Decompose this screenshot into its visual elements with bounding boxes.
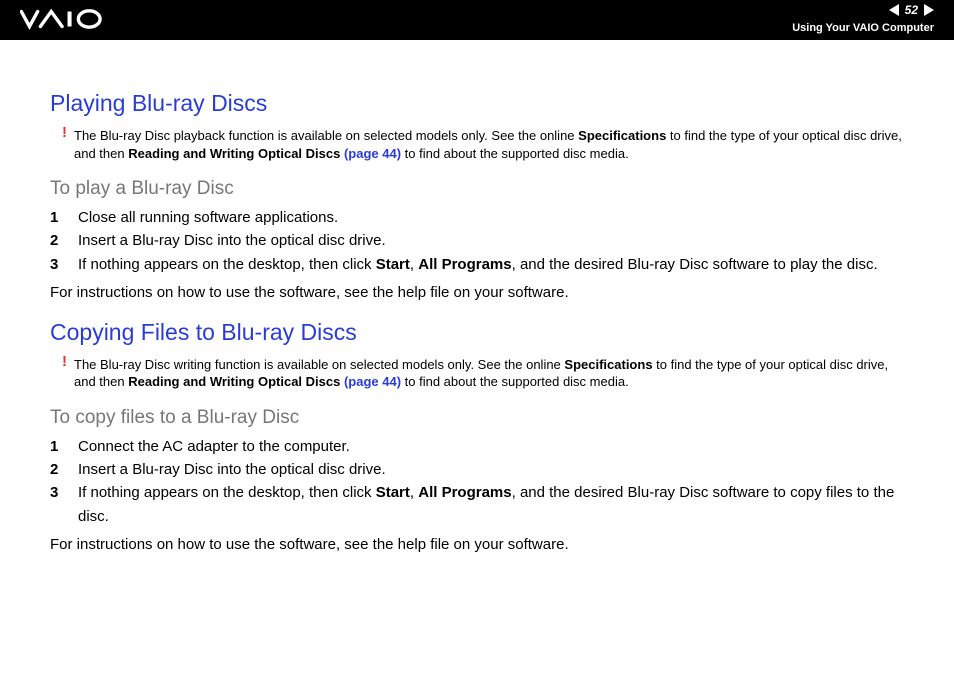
- subhead-play: To play a Blu-ray Disc: [50, 178, 904, 200]
- note-writing: ! The Blu-ray Disc writing function is a…: [74, 356, 904, 391]
- note-text: to find about the supported disc media.: [401, 146, 629, 161]
- page-number: 52: [905, 3, 918, 17]
- steps-play: 1 Close all running software application…: [50, 206, 904, 276]
- list-item: 1 Connect the AC adapter to the computer…: [50, 435, 904, 458]
- step-text: If nothing appears on the desktop, then …: [78, 481, 904, 528]
- step-number: 2: [50, 458, 78, 481]
- list-item: 2 Insert a Blu-ray Disc into the optical…: [50, 458, 904, 481]
- step-text: Connect the AC adapter to the computer.: [78, 435, 904, 458]
- after-note-copy: For instructions on how to use the softw…: [50, 536, 904, 553]
- step-number: 1: [50, 435, 78, 458]
- page-nav: 52 Using Your VAIO Computer: [792, 0, 934, 34]
- alert-icon: !: [62, 352, 67, 372]
- step-text: If nothing appears on the desktop, then …: [78, 253, 904, 276]
- list-item: 1 Close all running software application…: [50, 206, 904, 229]
- step-text: Insert a Blu-ray Disc into the optical d…: [78, 458, 904, 481]
- prev-page-arrow-icon[interactable]: [889, 4, 899, 16]
- steps-copy: 1 Connect the AC adapter to the computer…: [50, 435, 904, 528]
- page-link-44[interactable]: (page 44): [344, 374, 401, 389]
- note-bold: Reading and Writing Optical Discs: [128, 146, 344, 161]
- heading-copying: Copying Files to Blu-ray Discs: [50, 319, 904, 346]
- subhead-copy: To copy files to a Blu-ray Disc: [50, 407, 904, 429]
- note-text: The Blu-ray Disc playback function is av…: [74, 128, 578, 143]
- step-number: 3: [50, 481, 78, 528]
- page-header: 52 Using Your VAIO Computer: [0, 0, 954, 40]
- list-item: 3 If nothing appears on the desktop, the…: [50, 481, 904, 528]
- vaio-logo: [20, 8, 115, 35]
- list-item: 2 Insert a Blu-ray Disc into the optical…: [50, 229, 904, 252]
- page-content: Playing Blu-ray Discs ! The Blu-ray Disc…: [0, 40, 954, 553]
- step-number: 1: [50, 206, 78, 229]
- note-bold: Specifications: [564, 357, 652, 372]
- note-bold: Reading and Writing Optical Discs: [128, 374, 344, 389]
- next-page-arrow-icon[interactable]: [924, 4, 934, 16]
- step-number: 3: [50, 253, 78, 276]
- heading-playing: Playing Blu-ray Discs: [50, 90, 904, 117]
- step-text: Close all running software applications.: [78, 206, 904, 229]
- alert-icon: !: [62, 123, 67, 143]
- page-link-44[interactable]: (page 44): [344, 146, 401, 161]
- note-text: to find about the supported disc media.: [401, 374, 629, 389]
- note-bold: Specifications: [578, 128, 666, 143]
- step-number: 2: [50, 229, 78, 252]
- step-text: Insert a Blu-ray Disc into the optical d…: [78, 229, 904, 252]
- section-label: Using Your VAIO Computer: [792, 22, 934, 34]
- note-playback: ! The Blu-ray Disc playback function is …: [74, 127, 904, 162]
- note-text: The Blu-ray Disc writing function is ava…: [74, 357, 564, 372]
- after-note-play: For instructions on how to use the softw…: [50, 284, 904, 301]
- list-item: 3 If nothing appears on the desktop, the…: [50, 253, 904, 276]
